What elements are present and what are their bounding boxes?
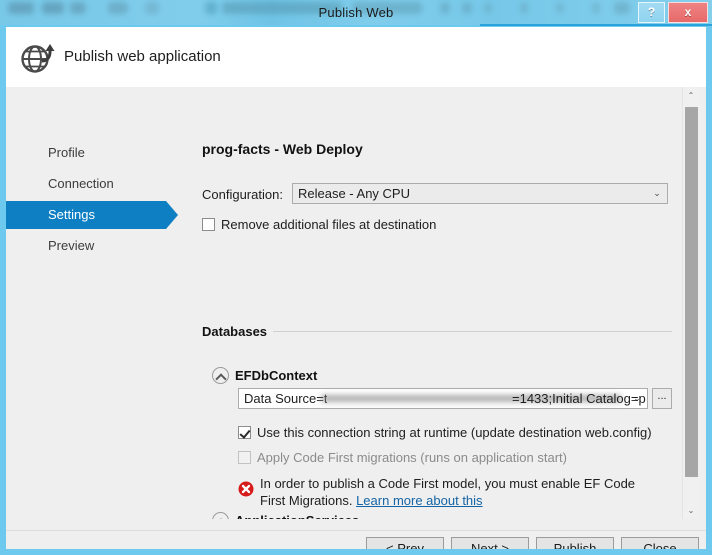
prev-button[interactable]: < Prev	[366, 537, 444, 549]
connection-string-prefix: Data Source=t	[244, 391, 328, 406]
scrollbar-thumb[interactable]	[685, 107, 698, 477]
globe-publish-icon	[21, 44, 55, 73]
vertical-scrollbar[interactable]: ⌃ ⌄	[682, 87, 699, 519]
browse-connection-button-efdbcontext[interactable]: ...	[652, 388, 672, 409]
code-first-error-message: In order to publish a Code First model, …	[260, 475, 650, 509]
help-button[interactable]: ?	[638, 2, 665, 23]
sidebar-nav: Profile Connection Settings Preview	[6, 87, 186, 502]
checkbox-box	[202, 218, 215, 231]
titlebar-accent-underline	[480, 24, 712, 26]
configuration-value: Release - Any CPU	[298, 186, 410, 201]
profile-heading: prog-facts - Web Deploy	[202, 141, 363, 157]
checkbox-label: Apply Code First migrations (runs on app…	[257, 450, 567, 465]
sidebar-item-connection[interactable]: Connection	[6, 170, 166, 198]
next-button[interactable]: Next >	[451, 537, 529, 549]
sidebar-item-profile[interactable]: Profile	[6, 139, 166, 167]
configuration-select[interactable]: Release - Any CPU ⌄	[292, 183, 668, 204]
connection-string-input-efdbcontext[interactable]: Data Source=t =1433;Initial Catalog=p ⌄	[238, 388, 648, 409]
dialog-body: Publish web application Profile Connecti…	[6, 27, 706, 549]
learn-more-link[interactable]: Learn more about this	[356, 493, 482, 508]
expander-applicationservices[interactable]	[212, 512, 229, 519]
expander-efdbcontext[interactable]	[212, 367, 229, 384]
checkbox-box	[238, 451, 251, 464]
sidebar-item-preview[interactable]: Preview	[6, 232, 166, 260]
configuration-label: Configuration:	[202, 187, 283, 202]
databases-group-label: Databases	[202, 324, 274, 339]
connection-string-tail: =1433;Initial Catalog=p	[512, 391, 646, 406]
publish-button[interactable]: Publish	[536, 537, 614, 549]
close-button[interactable]: Close	[621, 537, 699, 549]
scroll-down-arrow-icon[interactable]: ⌄	[683, 502, 699, 519]
page-title: Publish web application	[64, 48, 221, 65]
checkbox-label: Remove additional files at destination	[221, 217, 437, 232]
settings-scroll-pane: prog-facts - Web Deploy Configuration: R…	[196, 87, 693, 519]
error-circle-icon	[238, 481, 254, 497]
scroll-up-arrow-icon[interactable]: ⌃	[683, 87, 699, 104]
window-title: Publish Web	[318, 5, 394, 20]
dialog-header: Publish web application	[6, 27, 706, 87]
chevron-down-icon: ⌄	[653, 188, 661, 198]
context-name-efdbcontext: EFDbContext	[235, 368, 318, 383]
context-name-applicationservices: ApplicationServices	[235, 513, 359, 519]
dialog-footer: < Prev Next > Publish Close	[6, 531, 706, 549]
group-divider	[268, 331, 672, 332]
close-window-button[interactable]: x	[668, 2, 708, 23]
checkbox-box	[238, 426, 251, 439]
sidebar-item-settings[interactable]: Settings	[6, 201, 178, 229]
title-bar[interactable]: Publish Web	[0, 0, 712, 25]
publish-web-dialog-window: Publish Web ? x Publish web application …	[0, 0, 712, 555]
checkbox-label: Use this connection string at runtime (u…	[257, 425, 652, 440]
